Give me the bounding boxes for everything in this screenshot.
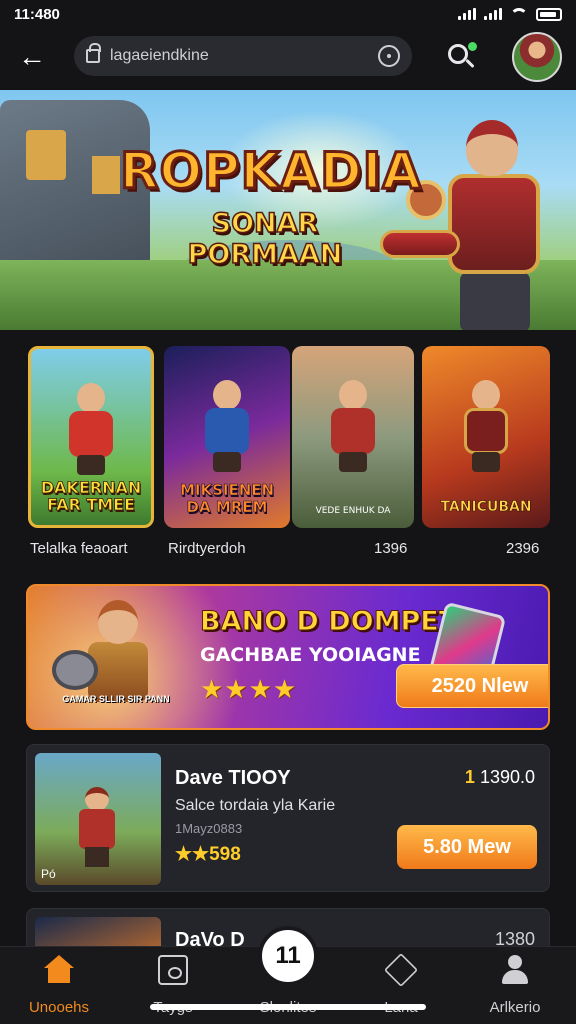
tile-art-title: TANICUBAN	[440, 499, 532, 516]
top-bar: ← lagaeiendkine	[0, 30, 576, 84]
status-bar: 11:480	[0, 0, 576, 28]
item-buy-button[interactable]: 5.80 Mew	[397, 825, 537, 869]
user-icon	[500, 955, 530, 985]
game-tile[interactable]: VEDE ENHUK DA	[292, 346, 414, 528]
cannon-icon	[52, 650, 98, 690]
address-bar[interactable]: lagaeiendkine	[74, 36, 412, 76]
hero-subtitle: SONAR PORMAAN	[187, 207, 343, 271]
tile-art-title: VEDE ENHUK DA	[315, 506, 391, 516]
promo-button[interactable]: 2520 Nlew	[396, 664, 548, 708]
item-price: 1 1390.0	[465, 767, 535, 788]
warrior-body	[448, 174, 540, 274]
character-art	[458, 380, 514, 472]
promo-character-head	[98, 600, 138, 644]
tab-profile[interactable]: Arlkerio	[470, 955, 560, 1019]
tile-art-title: MIKSIENEN DA MREM	[179, 481, 275, 516]
home-indicator	[150, 1004, 426, 1010]
battery-icon	[536, 7, 562, 21]
tab-home[interactable]: Unooehs	[14, 955, 104, 1019]
tab-label: Arlkerio	[489, 999, 541, 1016]
back-arrow-icon: ←	[18, 41, 46, 72]
character-art	[325, 380, 381, 472]
promo-title: BANO D DOMPET!	[199, 606, 470, 638]
item-rating: ★★598	[175, 844, 241, 865]
item-name: Dave TIOOY	[175, 767, 291, 789]
game-tile[interactable]: DAKERNAN FAR TMEE	[28, 346, 154, 528]
game-tile[interactable]: MIKSIENEN DA MREM	[164, 346, 290, 528]
notification-dot	[468, 42, 477, 51]
address-input[interactable]: lagaeiendkine	[110, 47, 378, 65]
item-price-prefix: 1	[464, 767, 480, 787]
character-art	[199, 380, 255, 472]
game-tile[interactable]: TANICUBAN	[422, 346, 550, 528]
avatar[interactable]	[512, 32, 562, 82]
thumbnail-badge: Pó	[41, 867, 56, 881]
character-art	[63, 383, 119, 475]
clock: 11:480	[14, 5, 60, 23]
cell-signal-icon	[458, 8, 476, 20]
status-icons	[458, 7, 562, 21]
game-tiles: DAKERNAN FAR TMEE MIKSIENEN DA MREM VEDE…	[28, 346, 550, 528]
tile-caption: 2396	[506, 540, 540, 557]
hero-title: ROPKADIA	[119, 141, 423, 202]
search-button[interactable]	[446, 42, 477, 72]
wifi-icon	[510, 8, 528, 20]
search-icon-handle	[465, 58, 475, 69]
list-item[interactable]: Pó Dave TIOOY 1 1390.0 Salce tordaia yla…	[26, 744, 550, 892]
star-rating: ★★★★	[200, 674, 298, 704]
tile-caption: Telalka feaoart	[30, 540, 128, 557]
promo-subtitle: GACHBAE YOOIAGNE	[200, 644, 421, 666]
promo-banner[interactable]: GAMAR SLLIR SIR PANN BANO D DOMPET! GACH…	[26, 584, 550, 730]
tile-caption: Rirdtyerdoh	[168, 540, 246, 557]
reload-icon[interactable]	[378, 45, 400, 67]
tile-caption: 1396	[374, 540, 408, 557]
item-meta: 1Mayz0883	[175, 821, 243, 836]
back-button[interactable]: ←	[14, 40, 50, 74]
hero-banner[interactable]: ROPKADIA SONAR PORMAAN	[0, 90, 576, 330]
home-icon	[44, 955, 74, 985]
warrior-legs	[460, 272, 530, 330]
cannon-icon	[380, 230, 460, 258]
tab-label: Unooehs	[28, 999, 90, 1016]
warrior-head	[466, 120, 518, 176]
item-description: Salce tordaia yla Karie	[175, 797, 336, 814]
gallery-icon	[158, 955, 188, 985]
item-price-value: 1390.0	[479, 767, 535, 787]
cell-signal-2-icon	[484, 8, 502, 20]
cube-icon	[384, 953, 418, 987]
item-thumbnail: Pó	[35, 753, 161, 885]
tile-captions: Telalka feaoart Rirdtyerdoh 1396 2396	[28, 540, 550, 562]
tile-art-title: DAKERNAN FAR TMEE	[40, 478, 142, 514]
thumbnail-character	[75, 787, 119, 867]
promo-character-caption: GAMAR SLLIR SIR PANN	[62, 694, 170, 704]
center-action-button[interactable]: 11	[258, 926, 318, 986]
hero-warrior	[380, 120, 570, 330]
lock-icon	[86, 43, 101, 63]
